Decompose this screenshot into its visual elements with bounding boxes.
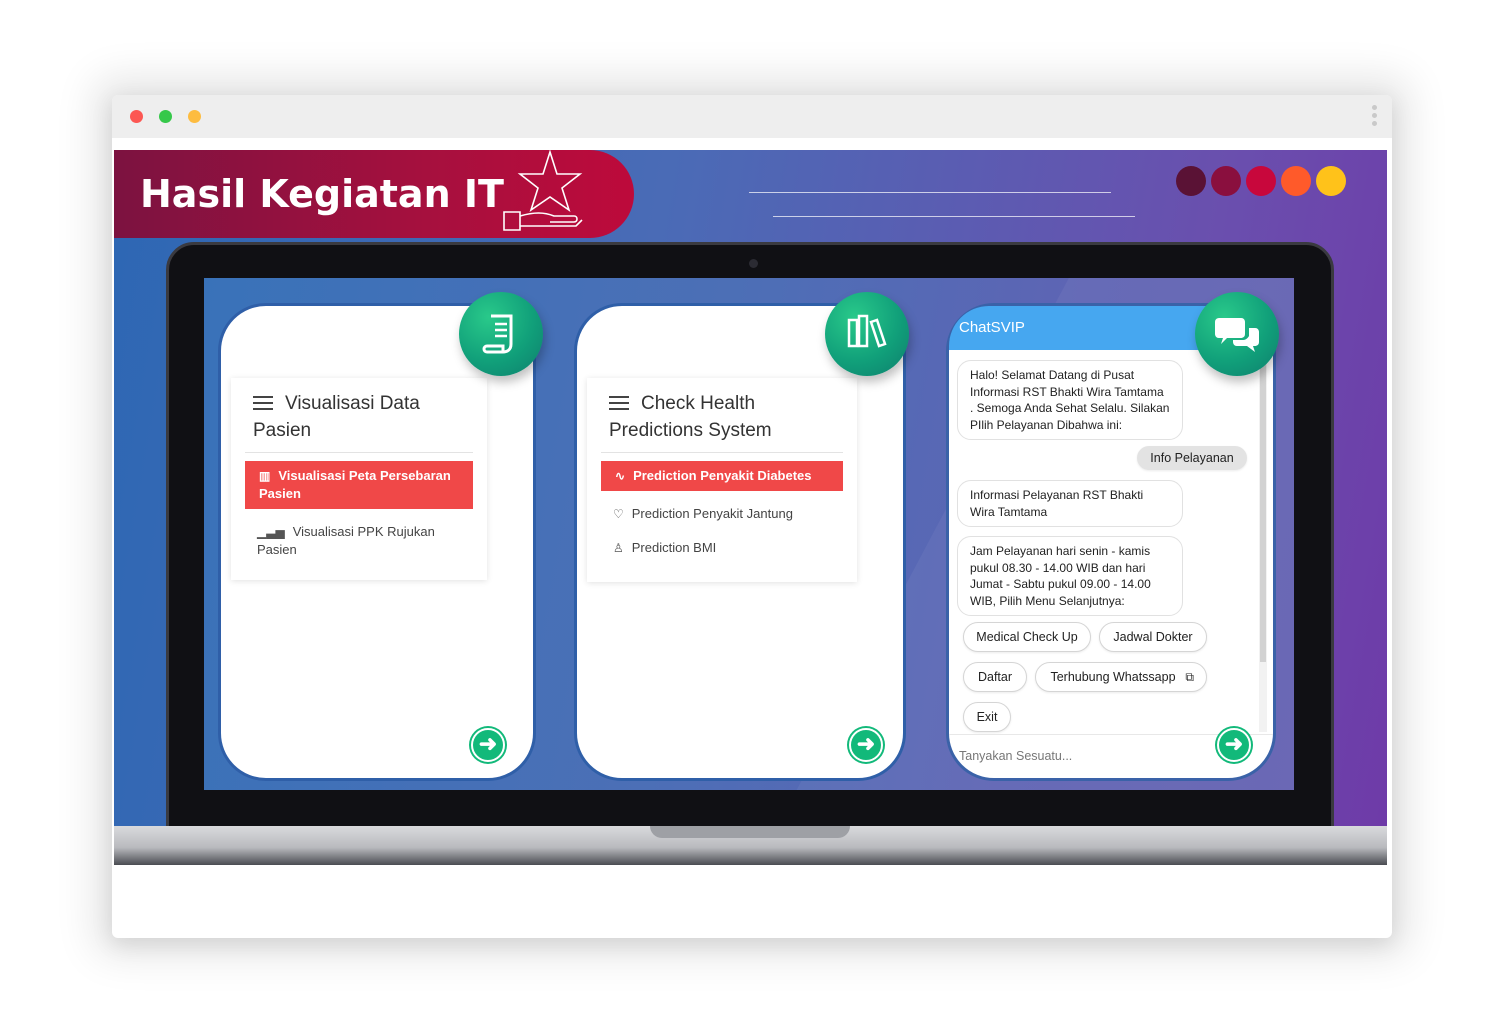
minimize-dot[interactable]	[188, 110, 201, 123]
option-whatsapp-label: Terhubung Whatssapp	[1050, 670, 1176, 684]
send-button[interactable]: ➜	[1217, 728, 1251, 762]
chat-title: ChatSVIP	[959, 319, 1025, 336]
color-circle	[1246, 166, 1276, 196]
option-whatsapp[interactable]: Terhubung Whatssapp ⧉	[1035, 662, 1207, 692]
user-message: Info Pelayanan	[1137, 446, 1247, 470]
menu-list-icon	[253, 396, 273, 410]
webcam	[749, 259, 758, 268]
color-circle	[1316, 166, 1346, 196]
menu-item-active[interactable]: ∿ Prediction Penyakit Diabetes	[601, 461, 843, 491]
option-exit[interactable]: Exit	[963, 702, 1011, 732]
page-title: Hasil Kegiatan IT	[140, 172, 504, 216]
pulse-icon: ∿	[615, 469, 626, 483]
menu-title: Check Health Predictions System	[587, 378, 857, 452]
maximize-dot[interactable]	[159, 110, 172, 123]
menu-item[interactable]: ♡ Prediction Penyakit Jantung	[587, 497, 857, 531]
menu-panel: Visualisasi Data Pasien ▥ Visualisasi Pet…	[231, 378, 487, 580]
color-circle	[1211, 166, 1241, 196]
menu-item-label: Prediction Penyakit Diabetes	[633, 468, 812, 483]
badge-chat	[1195, 292, 1279, 376]
chat-scrollbar[interactable]	[1259, 362, 1267, 732]
map-icon: ▥	[259, 469, 271, 483]
menu-item[interactable]: ♙ Prediction BMI	[587, 531, 857, 565]
card-visualisasi: Visualisasi Data Pasien ▥ Visualisasi Pet…	[218, 292, 543, 781]
scroll-thumb[interactable]	[1260, 362, 1266, 662]
title-bar	[112, 95, 1392, 138]
bot-message: Halo! Selamat Datang di Pusat Informasi …	[957, 360, 1183, 440]
bot-message: Informasi Pelayanan RST Bhakti Wira Tamt…	[957, 480, 1183, 527]
card-chat: ChatSVIP Halo! Selamat Datang di Pusat I…	[946, 292, 1279, 781]
menu-item-label: Prediction Penyakit Jantung	[631, 506, 793, 521]
option-medical-check-up[interactable]: Medical Check Up	[963, 622, 1091, 652]
badge-books	[825, 292, 909, 376]
color-circle	[1281, 166, 1311, 196]
menu-list-icon	[609, 396, 629, 410]
divider	[601, 452, 843, 453]
chat-bubbles-icon	[1215, 318, 1259, 352]
menu-title-text: Check Health Predictions System	[609, 393, 772, 441]
menu-title: Visualisasi Data Pasien	[231, 378, 487, 452]
menu-title-text: Visualisasi Data Pasien	[253, 393, 420, 441]
menu-item-label: Visualisasi Peta Persebaran Pasien	[259, 468, 451, 501]
title-banner: Hasil Kegiatan IT	[114, 150, 634, 238]
browser-window: Hasil Kegiatan IT Visualisasi Data Pasie…	[112, 95, 1392, 938]
next-button[interactable]: ➜	[849, 728, 883, 762]
external-link-icon: ⧉	[1185, 670, 1194, 684]
laptop-frame: Visualisasi Data Pasien ▥ Visualisasi Pet…	[166, 242, 1334, 832]
slide-canvas: Hasil Kegiatan IT Visualisasi Data Pasie…	[114, 150, 1387, 865]
laptop-screen: Visualisasi Data Pasien ▥ Visualisasi Pet…	[204, 278, 1294, 790]
card-health-prediction: Check Health Predictions System ∿ Predict…	[574, 292, 909, 781]
heart-icon: ♡	[613, 507, 624, 521]
badge-scroll	[459, 292, 543, 376]
next-button[interactable]: ➜	[471, 728, 505, 762]
bar-chart-icon: ▁▃▅	[257, 525, 285, 539]
color-circle	[1176, 166, 1206, 196]
laptop-notch	[650, 826, 850, 838]
star-hand-icon	[503, 150, 583, 231]
option-jadwal-dokter[interactable]: Jadwal Dokter	[1099, 622, 1207, 652]
option-daftar[interactable]: Daftar	[963, 662, 1027, 692]
scroll-icon	[482, 314, 513, 354]
menu-item[interactable]: ▁▃▅ Visualisasi PPK Rujukan Pasien	[231, 515, 487, 567]
menu-panel: Check Health Predictions System ∿ Predict…	[587, 378, 857, 582]
books-icon	[847, 314, 887, 348]
close-dot[interactable]	[130, 110, 143, 123]
user-icon: ♙	[613, 541, 624, 555]
kebab-icon[interactable]	[1370, 105, 1378, 129]
decor-line	[773, 216, 1135, 217]
decor-line	[749, 192, 1111, 193]
menu-item-active[interactable]: ▥ Visualisasi Peta Persebaran Pasien	[245, 461, 473, 509]
bot-message: Jam Pelayanan hari senin - kamis pukul 0…	[957, 536, 1183, 616]
menu-item-label: Prediction BMI	[631, 540, 717, 555]
divider	[245, 452, 473, 453]
